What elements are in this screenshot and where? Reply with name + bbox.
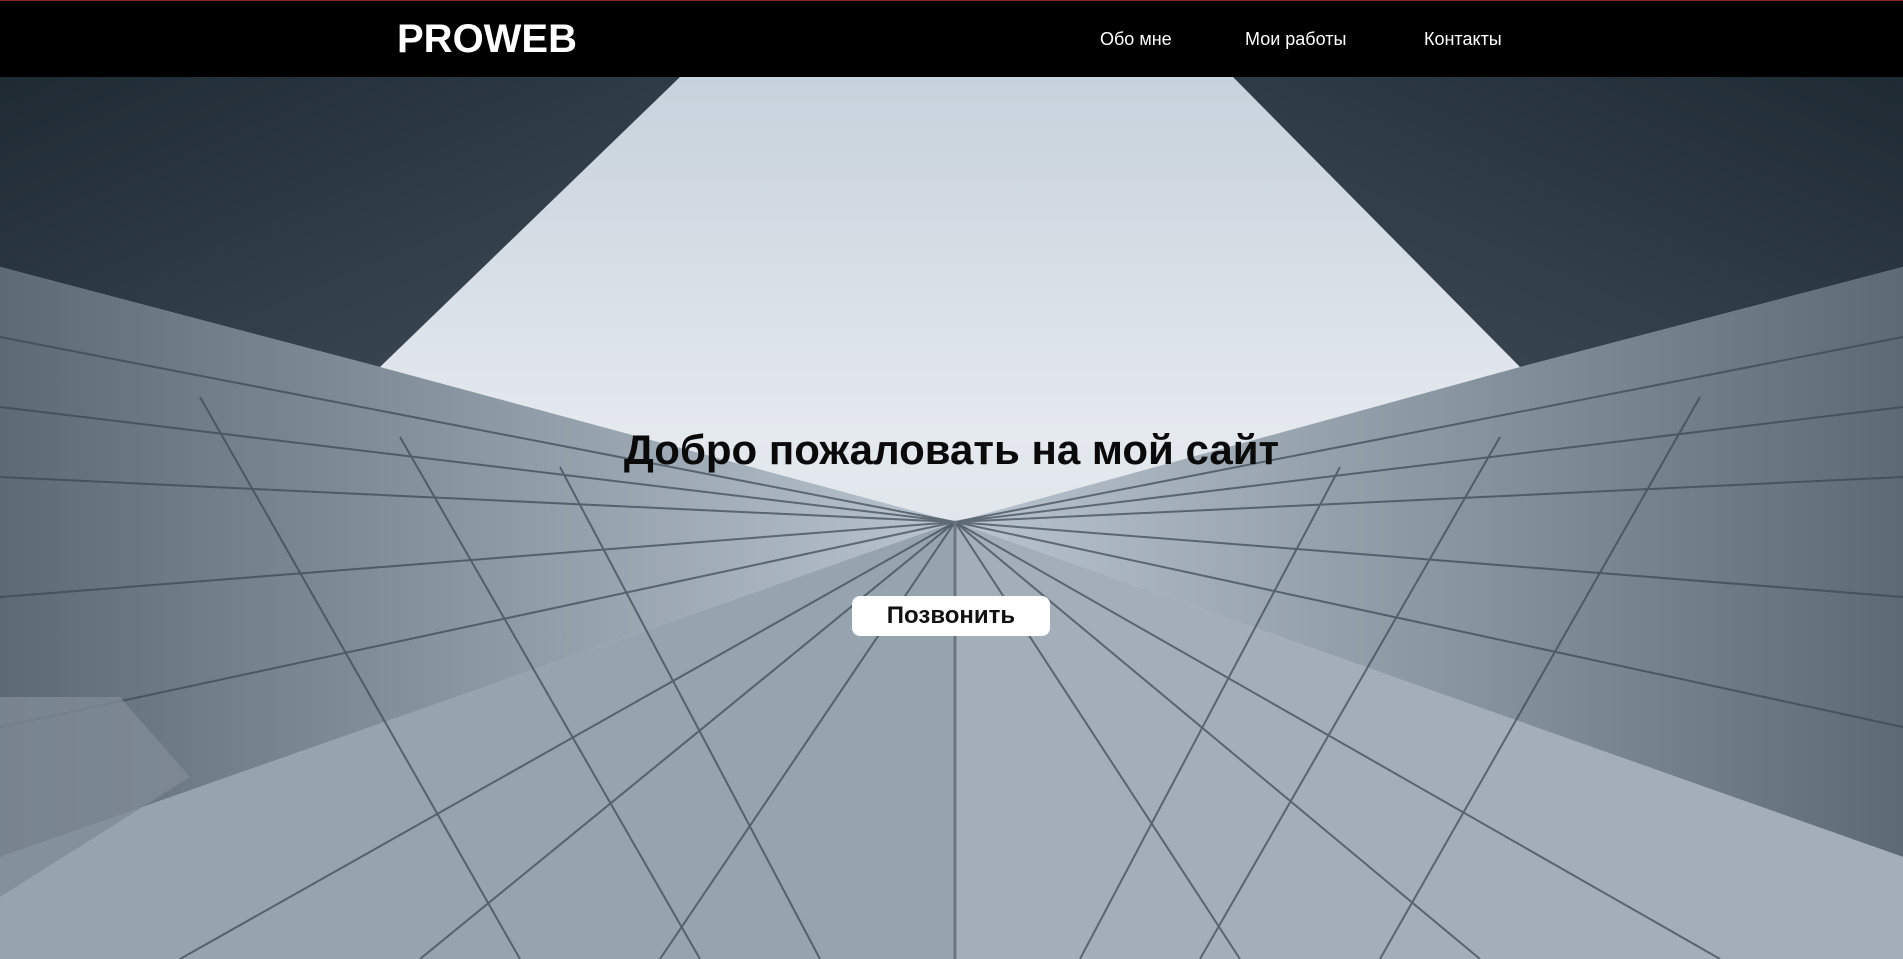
- top-accent-line: [0, 0, 1903, 1]
- nav-item-about[interactable]: Обо мне: [1100, 27, 1172, 51]
- hero-section: Добро пожаловать на мой сайт Позвонить: [0, 77, 1903, 959]
- main-nav: Обо мне Мои работы Контакты: [0, 27, 1903, 51]
- site-header: PROWEB Обо мне Мои работы Контакты: [0, 1, 1903, 77]
- nav-item-contacts[interactable]: Контакты: [1424, 27, 1502, 51]
- hero-title: Добро пожаловать на мой сайт: [623, 426, 1280, 474]
- call-button[interactable]: Позвонить: [852, 596, 1050, 636]
- nav-item-works[interactable]: Мои работы: [1245, 27, 1346, 51]
- page: PROWEB Обо мне Мои работы Контакты Добро…: [0, 0, 1903, 959]
- hero-background-image: [0, 77, 1903, 959]
